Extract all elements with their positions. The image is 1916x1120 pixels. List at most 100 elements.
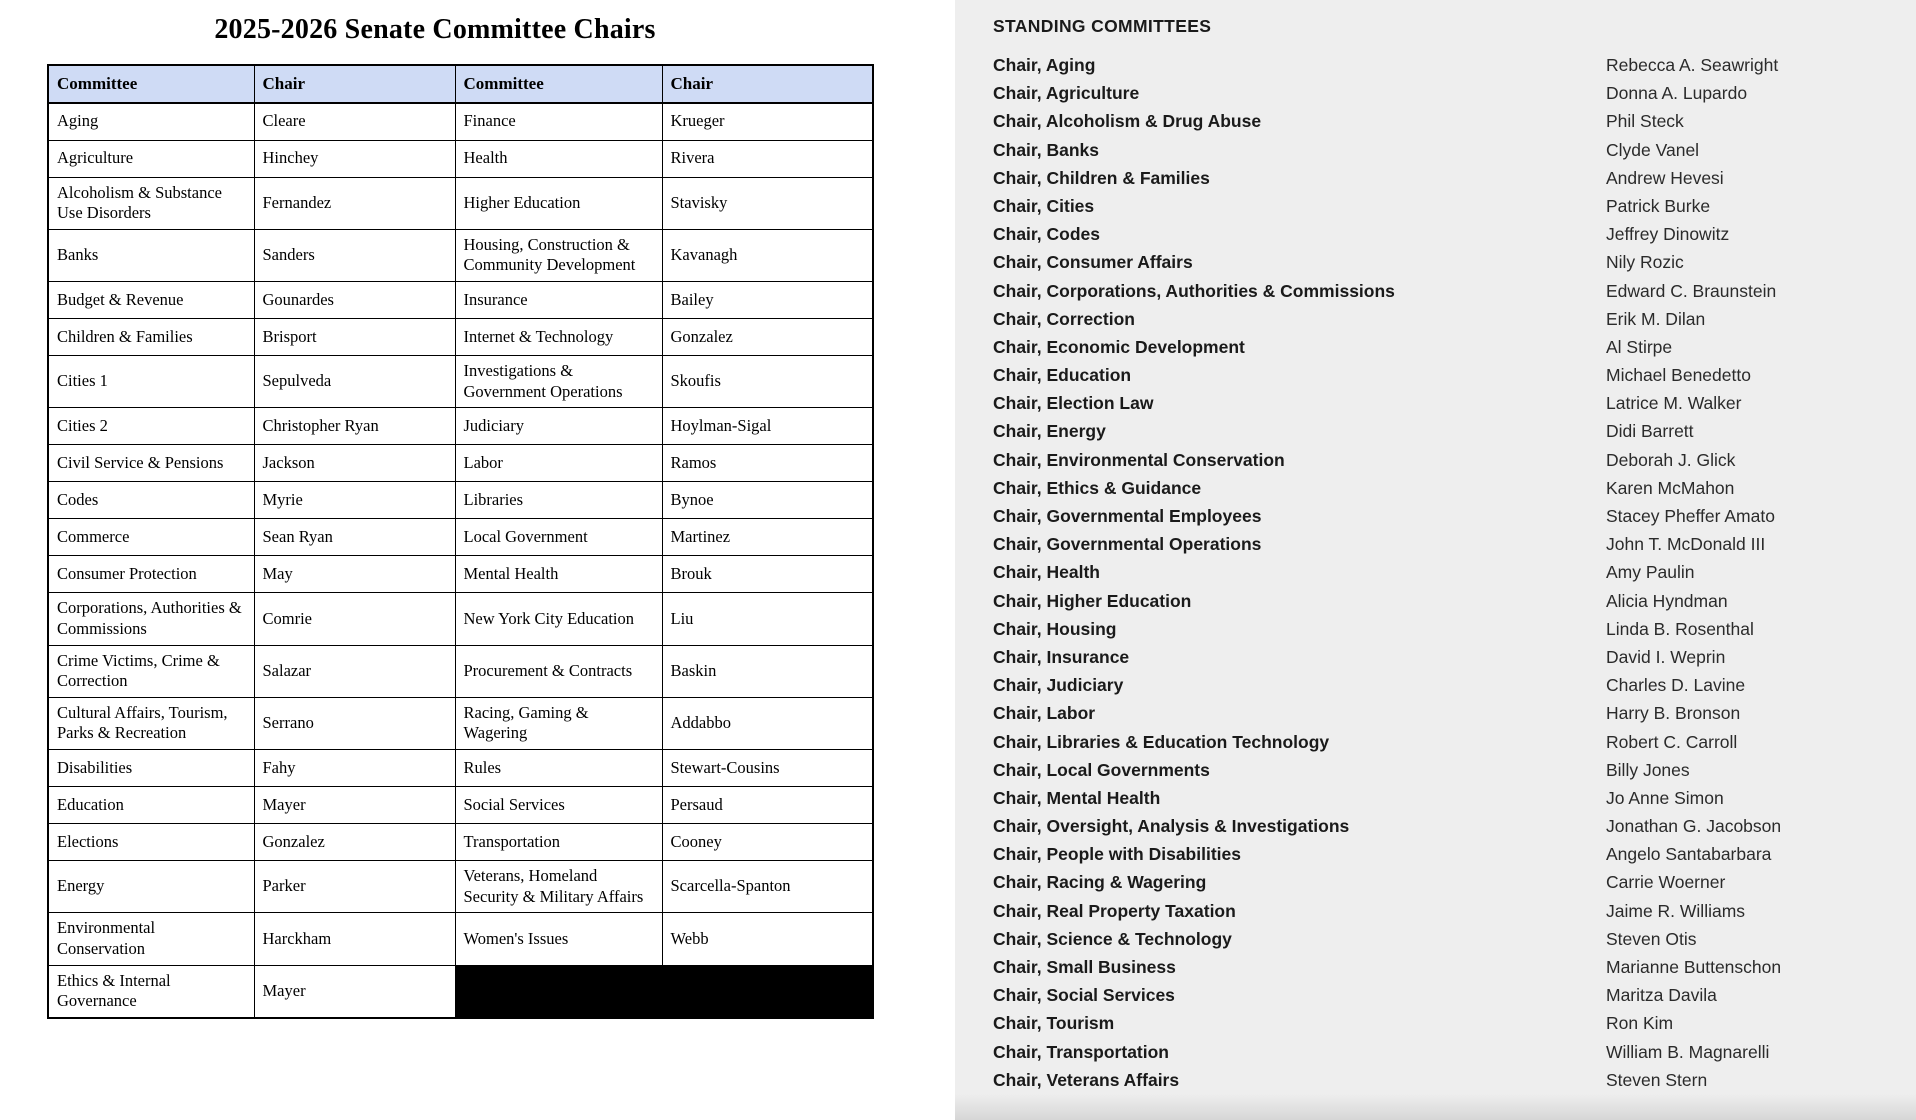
table-cell-committee: Housing, Construction & Community Develo… xyxy=(454,228,663,283)
senate-committee-document: 2025-2026 Senate Committee Chairs Commit… xyxy=(0,0,955,1120)
table-cell-chair: Addabbo xyxy=(661,696,874,751)
list-item: Chair, Libraries & Education Technology R… xyxy=(993,728,1916,756)
list-item: Chair, Small Business Marianne Buttenscho… xyxy=(993,953,1916,981)
table-cell-chair: Persaud xyxy=(661,786,874,824)
committee-role-label: Chair, Small Business xyxy=(993,957,1176,977)
table-cell-chair: Myrie xyxy=(253,481,456,520)
table-row: Corporations, Authorities & Commissions C… xyxy=(47,592,874,646)
list-item: Chair, People with Disabilities Angelo Sa… xyxy=(993,840,1916,868)
committee-role-label: Chair, Insurance xyxy=(993,646,1130,667)
table-row: Children & Families Brisport Internet & Te… xyxy=(47,318,874,356)
table-cell-committee: Investigations & Government Operations xyxy=(454,354,663,409)
table-cell-chair: Fahy xyxy=(253,749,456,787)
table-cell-chair: Liu xyxy=(661,592,874,646)
table-cell-committee: Health xyxy=(454,139,663,178)
table-cell-committee: Ethics & Internal Governance xyxy=(47,964,255,1019)
committee-member-name: Jeffrey Dinowitz xyxy=(1606,224,1730,245)
table-cell-chair: Sanders xyxy=(253,228,456,283)
table-cell-committee: Procurement & Contracts xyxy=(454,644,663,698)
committee-member-name: Jonathan G. Jacobson xyxy=(1606,816,1782,837)
committee-member-name: Harry B. Bronson xyxy=(1606,703,1741,724)
table-cell-chair: Martinez xyxy=(661,518,874,557)
committee-member-name: Clyde Vanel xyxy=(1606,139,1700,160)
table-cell-chair: Jackson xyxy=(253,444,456,483)
committee-member-name: Edward C. Braunstein xyxy=(1606,280,1777,301)
committee-member-name: David I. Weprin xyxy=(1606,646,1726,667)
list-item: Chair, Energy Didi Barrett xyxy=(993,417,1916,445)
table-cell-committee: Local Government xyxy=(454,518,663,557)
committee-role-label: Chair, Judiciary xyxy=(993,675,1124,696)
committee-member-name: Amy Paulin xyxy=(1606,562,1695,583)
table-cell-chair: Mayer xyxy=(253,786,456,824)
table-cell-chair: Hoylman-Sigal xyxy=(661,407,874,446)
list-item: Chair, Labor Harry B. Bronson xyxy=(993,699,1916,727)
committee-role-label: Chair, Aging xyxy=(993,55,1096,75)
table-row: Budget & Revenue Gounardes Insurance Bailey xyxy=(47,281,874,319)
table-cell-committee: Finance xyxy=(454,102,663,141)
table-row: Disabilities Fahy Rules Stewart-Cousins xyxy=(47,749,874,787)
list-item: Chair, Governmental Employees Stacey Phef… xyxy=(993,502,1916,530)
table-row: Aging Cleare Finance Krueger xyxy=(47,102,874,141)
page-root: 2025-2026 Senate Committee Chairs Commit… xyxy=(0,0,1916,1120)
table-column-header: Chair xyxy=(661,64,874,104)
list-item: Chair, Transportation William B. Magnarel… xyxy=(993,1038,1916,1066)
committee-role-label: Chair, Labor xyxy=(993,703,1096,724)
table-cell-committee: Disabilities xyxy=(47,749,255,787)
committee-role-label: Chair, Cities xyxy=(993,195,1095,216)
list-item: Chair, Election Law Latrice M. Walker xyxy=(993,389,1916,417)
table-row: Consumer Protection May Mental Health Brouk xyxy=(47,555,874,594)
table-cell-chair: Cleare xyxy=(253,102,456,141)
table-cell-chair: Cooney xyxy=(661,823,874,861)
table-row: Elections Gonzalez Transportation Cooney xyxy=(47,823,874,861)
committee-member-name: Steven Stern xyxy=(1606,1069,1708,1090)
table-row: Crime Victims, Crime & Correction Salazar… xyxy=(47,644,874,698)
committee-member-name: Nily Rozic xyxy=(1606,252,1684,273)
table-cell-committee: Civil Service & Pensions xyxy=(47,444,255,483)
table-cell-chair: Salazar xyxy=(253,644,456,698)
table-cell-chair: Fernandez xyxy=(253,176,456,230)
table-row: Cities 1 Sepulveda Investigations & Govern… xyxy=(47,354,874,409)
table-cell-committee: Consumer Protection xyxy=(47,555,255,594)
table-cell-chair: Mayer xyxy=(253,964,456,1019)
committee-member-name: William B. Magnarelli xyxy=(1606,1041,1770,1062)
list-item: Chair, Governmental Operations John T. Mc… xyxy=(993,530,1916,558)
table-cell-chair: Skoufis xyxy=(661,354,874,409)
committee-member-name: Erik M. Dilan xyxy=(1606,308,1706,329)
table-cell-chair: Bynoe xyxy=(661,481,874,520)
table-row: Banks Sanders Housing, Construction & Comm… xyxy=(47,228,874,283)
table-cell-committee: Alcoholism & Substance Use Disorders xyxy=(47,176,255,230)
list-item: Chair, Ethics & Guidance Karen McMahon xyxy=(993,474,1916,502)
committee-role-label: Chair, Agriculture xyxy=(993,83,1140,104)
committee-role-label: Chair, Governmental Employees xyxy=(993,506,1262,526)
committee-member-name: Al Stirpe xyxy=(1606,336,1673,357)
committee-member-name: Michael Benedetto xyxy=(1606,365,1751,386)
table-row: Cultural Affairs, Tourism, Parks & Recre… xyxy=(47,696,874,751)
committee-role-label: Chair, Real Property Taxation xyxy=(993,900,1236,921)
table-cell-committee: Rules xyxy=(454,749,663,787)
committee-role-label: Chair, Energy xyxy=(993,421,1106,442)
committee-role-label: Chair, Local Governments xyxy=(993,759,1210,780)
table-cell-committee: Higher Education xyxy=(454,176,663,230)
table-row: Alcoholism & Substance Use Disorders Fern… xyxy=(47,176,874,230)
table-cell-committee: Internet & Technology xyxy=(454,318,663,356)
committee-member-name: Charles D. Lavine xyxy=(1606,675,1746,696)
committee-role-label: Chair, Education xyxy=(993,365,1132,386)
committee-role-label: Chair, Libraries & Education Technology xyxy=(993,731,1330,752)
committee-role-label: Chair, Children & Families xyxy=(993,167,1210,188)
table-row: Education Mayer Social Services Persaud xyxy=(47,786,874,824)
table-cell-chair: Brouk xyxy=(661,555,874,594)
committee-member-name: Deborah J. Glick xyxy=(1606,449,1736,470)
table-column-header: Committee xyxy=(454,64,663,104)
table-cell-committee: Codes xyxy=(47,481,255,520)
committee-role-label: Chair, Governmental Operations xyxy=(993,534,1262,555)
committee-member-name: Didi Barrett xyxy=(1606,421,1694,442)
table-cell-committee: Racing, Gaming & Wagering xyxy=(454,696,663,751)
table-cell-committee: Elections xyxy=(47,823,255,861)
committee-role-label: Chair, Economic Development xyxy=(993,336,1245,357)
list-item: Chair, Consumer Affairs Nily Rozic xyxy=(993,248,1916,276)
senate-chairs-table: Committee Chair Committee Chair Aging Cleare… xyxy=(47,64,874,1019)
list-item: Chair, Higher Education Alicia Hyndman xyxy=(993,587,1916,615)
committee-member-name: Karen McMahon xyxy=(1606,477,1735,498)
list-item: Chair, Veterans Affairs Steven Stern xyxy=(993,1066,1916,1094)
committee-role-label: Chair, Veterans Affairs xyxy=(993,1069,1180,1090)
